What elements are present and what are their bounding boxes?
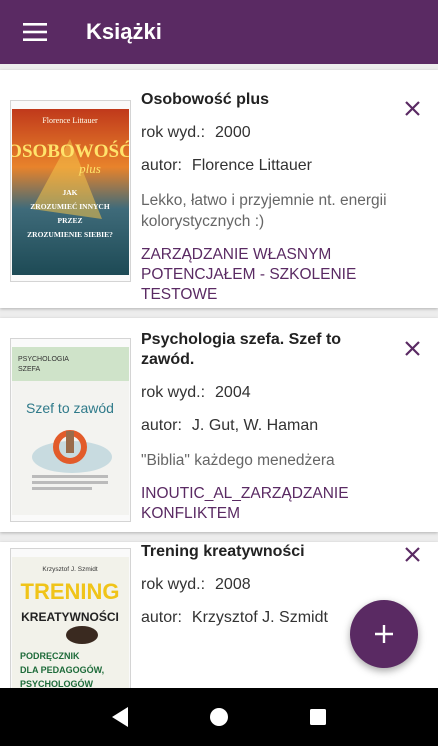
year-label: rok wyd.: <box>141 384 206 401</box>
book-year-row: rok wyd.: 2008 <box>141 575 398 595</box>
book-list[interactable]: Florence Littauer OSOBOWOŚĆ plus JAK ZROZ… <box>0 64 438 688</box>
book-author: J. Gut, W. Haman <box>191 417 319 434</box>
book-title: Psychologia szefa. Szef to zawód. <box>141 331 342 368</box>
recents-icon <box>310 709 327 725</box>
author-label: autor: <box>141 417 182 434</box>
menu-icon <box>23 23 47 41</box>
remove-book-button[interactable] <box>400 336 424 360</box>
book-description: "Biblia" każdego menedżera <box>141 452 335 469</box>
book-year: 2004 <box>215 384 251 401</box>
add-book-button[interactable] <box>350 600 418 668</box>
book-year: 2008 <box>215 576 251 593</box>
book-title: Trening kreatywności <box>141 543 305 560</box>
year-label: rok wyd.: <box>141 124 206 141</box>
cover-author: Florence Littauer <box>42 116 98 125</box>
year-label: rok wyd.: <box>141 576 206 593</box>
book-title: Osobowość plus <box>141 91 270 108</box>
book-year-row: rok wyd.: 2004 <box>141 383 398 403</box>
menu-button[interactable] <box>0 0 70 64</box>
author-label: autor: <box>141 609 182 626</box>
back-button[interactable] <box>100 697 140 737</box>
app-bar: Książki <box>0 0 438 64</box>
close-icon <box>404 340 420 356</box>
cover-title2: plus <box>78 161 101 176</box>
home-button[interactable] <box>199 697 239 737</box>
page-title: Książki <box>86 19 162 44</box>
book-author-row: autor: Florence Littauer <box>141 156 398 176</box>
book-cover: Krzysztof J. Szmidt TRENING KREATYWNOŚCI… <box>10 548 131 688</box>
cover-author: Krzysztof J. Szmidt <box>42 566 97 573</box>
author-label: autor: <box>141 157 182 174</box>
book-author: Florence Littauer <box>191 157 312 174</box>
book-card[interactable]: Florence Littauer OSOBOWOŚĆ plus JAK ZROZ… <box>0 70 438 308</box>
recents-button[interactable] <box>298 697 338 737</box>
book-info: Psychologia szefa. Szef to zawód. rok wy… <box>141 330 398 524</box>
remove-book-button[interactable] <box>400 542 424 566</box>
book-cover: Florence Littauer OSOBOWOŚĆ plus JAK ZROZ… <box>10 100 131 282</box>
book-year: 2000 <box>215 124 251 141</box>
home-icon <box>209 708 228 726</box>
book-category[interactable]: ZARZĄDZANIE WŁASNYM POTENCJAŁEM - SZKOLE… <box>141 245 398 305</box>
cover-title2: KREATYWNOŚCI <box>21 609 119 624</box>
close-icon <box>404 546 420 562</box>
plus-icon <box>375 625 393 643</box>
system-nav-bar <box>0 688 438 746</box>
remove-book-button[interactable] <box>400 96 424 120</box>
back-icon <box>111 707 128 727</box>
book-author: Krzysztof J. Szmidt <box>191 609 328 626</box>
book-cover: PSYCHOLOGIA SZEFA Szef to zawód <box>10 338 131 522</box>
book-info: Osobowość plus rok wyd.: 2000 autor: Flore… <box>141 90 398 305</box>
book-year-row: rok wyd.: 2000 <box>141 123 398 143</box>
book-card[interactable]: PSYCHOLOGIA SZEFA Szef to zawód Psycholog… <box>0 318 438 532</box>
cover-title: Szef to zawód <box>26 400 114 416</box>
book-category[interactable]: INOUTIC_AL_ZARZĄDZANIE KONFLIKTEM <box>141 484 398 524</box>
close-icon <box>404 100 420 116</box>
cover-title: TRENING <box>21 579 120 604</box>
book-author-row: autor: J. Gut, W. Haman <box>141 416 398 436</box>
cover-title: OSOBOWOŚĆ <box>12 140 129 162</box>
book-description: Lekko, łatwo i przyjemnie nt. energii ko… <box>141 192 387 230</box>
